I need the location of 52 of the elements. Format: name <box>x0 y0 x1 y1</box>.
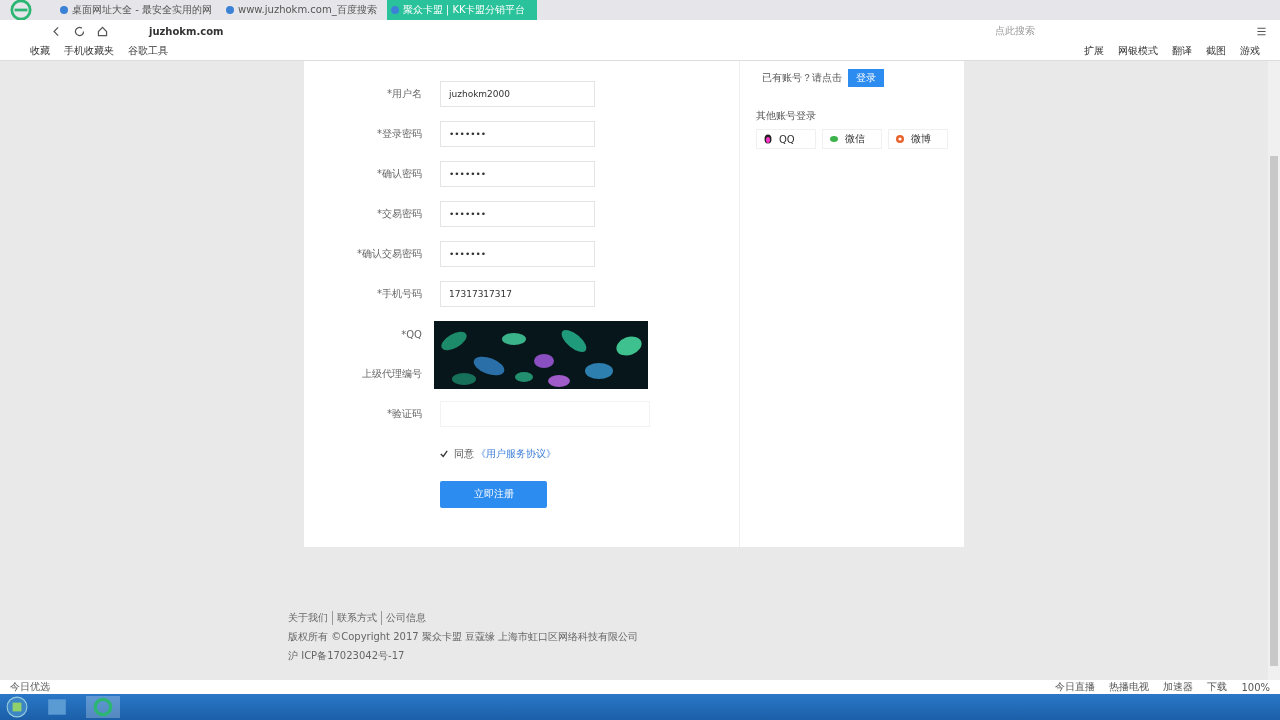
field-label: *QQ <box>400 328 423 340</box>
footer-link[interactable]: 关于我们 <box>288 611 328 625</box>
field-label: *用户名 <box>386 87 423 101</box>
toolbar-item[interactable]: 游戏 <box>1240 44 1260 58</box>
status-item[interactable]: 下载 <box>1207 680 1228 694</box>
field-label: 上级代理编号 <box>361 367 423 381</box>
login-prompt: 已有账号？请点击 <box>762 71 842 85</box>
field-label: *手机号码 <box>376 287 423 301</box>
scrollbar-thumb[interactable] <box>1270 156 1278 666</box>
scrollbar[interactable] <box>1268 61 1280 680</box>
field-label: *验证码 <box>386 407 423 421</box>
bookmark-item[interactable]: 手机收藏夹 <box>64 44 114 58</box>
browser-logo-icon[interactable] <box>10 0 32 21</box>
address-field[interactable]: juzhokm.com <box>119 25 985 37</box>
agreement-text: 同意 <box>454 447 474 461</box>
checkbox[interactable] <box>440 450 448 458</box>
input-field[interactable]: ••••••• <box>440 161 595 187</box>
field-label: *登录密码 <box>376 127 423 141</box>
login-provider-button[interactable]: 微信 <box>822 129 882 149</box>
input-field[interactable]: 17317317317 <box>440 281 595 307</box>
field-label: *确认密码 <box>376 167 423 181</box>
icp-text: 沪 ICP备17023042号-17 <box>288 649 406 663</box>
input-field[interactable]: ••••••• <box>440 121 595 147</box>
field-label: *确认交易密码 <box>356 247 423 261</box>
input-field[interactable]: juzhokm2000 <box>440 81 595 107</box>
bookmark-item[interactable]: 收藏 <box>30 44 50 58</box>
third-party-title: 其他账号登录 <box>756 109 817 123</box>
toolbar-item[interactable]: 截图 <box>1206 44 1226 58</box>
zoom-level[interactable]: 100% <box>1241 681 1270 693</box>
toolbar-item[interactable]: 翻译 <box>1172 44 1192 58</box>
input-field[interactable]: ••••••• <box>440 201 595 227</box>
login-provider-button[interactable]: 微博 <box>888 129 948 149</box>
home-icon[interactable] <box>96 24 109 38</box>
status-item[interactable]: 热播电视 <box>1109 680 1150 694</box>
toolbar-item[interactable]: 扩展 <box>1084 44 1104 58</box>
bookmark-item[interactable]: 谷歌工具 <box>128 44 168 58</box>
footer-link[interactable]: 联系方式 <box>332 611 377 625</box>
toolbar-item[interactable]: 网银模式 <box>1118 44 1158 58</box>
browser-tab[interactable]: 桌面网址大全 - 最安全实用的网 <box>56 0 216 20</box>
copyright-text: 版权所有 ©Copyright 2017 聚众卡盟 豆蔻缘 上海市虹口区网络科技有限公司 <box>288 630 639 644</box>
status-item[interactable]: 今日直播 <box>1055 680 1096 694</box>
field-label: *交易密码 <box>376 207 423 221</box>
status-item[interactable]: 加速器 <box>1163 680 1194 694</box>
status-text: 今日优选 <box>10 680 50 694</box>
start-button[interactable] <box>6 696 28 718</box>
chat-icon <box>829 134 839 144</box>
agreement-link[interactable]: 《用户服务协议》 <box>476 447 556 461</box>
browser-tab[interactable]: www.juzhokm.com_百度搜索 <box>221 0 381 20</box>
footer-link[interactable]: 公司信息 <box>381 611 426 625</box>
reload-icon[interactable] <box>73 24 86 38</box>
input-field[interactable]: ••••••• <box>440 241 595 267</box>
login-provider-button[interactable]: QQ <box>756 129 816 149</box>
